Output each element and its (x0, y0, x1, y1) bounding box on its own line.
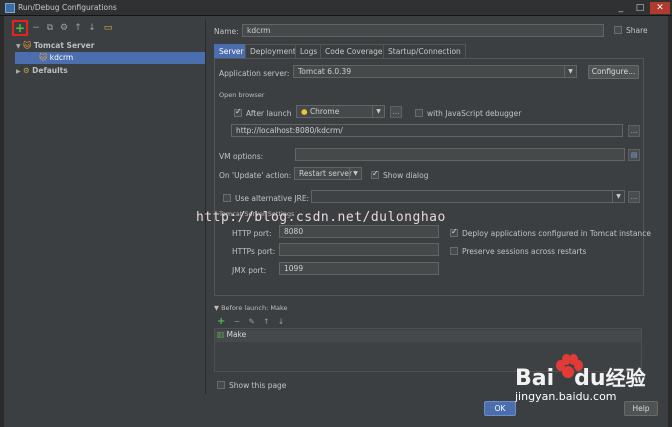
tree-item-defaults[interactable]: ▶ ⚙ Defaults (16, 65, 68, 77)
js-debugger-label: with JavaScript debugger (427, 109, 522, 118)
ok-button[interactable]: OK (484, 401, 516, 416)
chrome-icon: ● (301, 107, 308, 116)
add-task-button[interactable]: + (217, 316, 225, 327)
share-checkbox[interactable] (614, 26, 622, 34)
http-port-label: HTTP port: (232, 229, 272, 238)
chevron-down-icon: ▼ (349, 168, 361, 179)
expand-text-icon[interactable]: ▤ (628, 149, 640, 161)
before-launch-toolbar: + − ✎ ↑ ↓ (217, 316, 284, 327)
blog-watermark: http://blog.csdn.net/dulonghao (196, 210, 446, 225)
tree-item-label: kdcrm (49, 53, 74, 62)
make-icon: ▥ (217, 330, 225, 339)
move-task-up-button[interactable]: ↑ (263, 317, 269, 326)
minimize-button[interactable]: _ (612, 2, 630, 14)
jmx-port-input[interactable]: 1099 (279, 262, 439, 275)
edit-task-button[interactable]: ✎ (248, 317, 254, 326)
remove-task-button[interactable]: − (234, 317, 240, 326)
make-label: Make (226, 330, 247, 339)
configure-button[interactable]: Configure... (588, 65, 639, 79)
baidu-jingyan-logo: Bai du经验 jingyan.baidu.com (515, 352, 646, 404)
show-page-label: Show this page (229, 381, 287, 390)
app-server-value: Tomcat 6.0.39 (298, 67, 352, 76)
https-port-input[interactable] (279, 243, 439, 256)
after-launch-checkbox[interactable] (234, 107, 242, 117)
edit-defaults-button[interactable]: ⚙ (58, 22, 70, 34)
close-button[interactable]: ✕ (650, 2, 670, 14)
title-bar: Run/Debug Configurations _ □ ✕ (0, 0, 672, 16)
vm-options-label: VM options: (219, 152, 264, 161)
tree-item-tomcat-server[interactable]: ▼ 🐱 Tomcat Server (16, 40, 94, 52)
app-server-label: Application server: (219, 69, 290, 78)
vm-options-input[interactable] (295, 148, 625, 161)
baidu-paw-icon (555, 354, 583, 378)
alt-jre-select[interactable]: ▼ (311, 190, 625, 203)
app-icon (5, 3, 15, 13)
tree-item-label: Defaults (32, 66, 68, 75)
before-launch-make-item[interactable]: ▥ Make (215, 330, 641, 342)
tomcat-icon: 🐱 (39, 53, 48, 62)
on-update-select[interactable]: Restart server ▼ (294, 167, 362, 180)
name-input[interactable]: kdcrm (242, 24, 604, 37)
baidu-site-text: jingyan.baidu.com (515, 390, 617, 403)
tab-deployment[interactable]: Deployment (245, 44, 301, 58)
baidu-logo-suffix: 经验 (605, 366, 646, 390)
deploy-apps-label: Deploy applications configured in Tomcat… (462, 229, 651, 238)
share-label: Share (626, 26, 648, 35)
on-update-label: On 'Update' action: (219, 171, 292, 180)
remove-configuration-button[interactable]: − (30, 22, 42, 34)
defaults-icon: ⚙ (23, 66, 30, 75)
alt-jre-more-button[interactable]: ... (628, 191, 640, 203)
expand-arrow-icon[interactable]: ▼ (16, 43, 21, 50)
folder-icon[interactable]: ▭ (102, 22, 114, 34)
open-browser-group-title: Open browser (219, 91, 265, 99)
jmx-port-label: JMX port: (232, 266, 267, 275)
move-up-button[interactable]: ↑ (72, 22, 84, 34)
tomcat-icon: 🐱 (23, 41, 32, 50)
browser-more-button[interactable]: ... (390, 106, 402, 118)
show-page-checkbox[interactable] (217, 381, 225, 389)
maximize-button[interactable]: □ (631, 2, 649, 14)
alt-jre-checkbox[interactable] (223, 194, 231, 202)
window-title: Run/Debug Configurations (18, 3, 117, 12)
copy-configuration-button[interactable]: ⧉ (44, 22, 56, 34)
baidu-logo-text: Bai (515, 366, 555, 391)
name-label: Name: (214, 27, 239, 36)
tab-startup-connection[interactable]: Startup/Connection (383, 44, 466, 58)
js-debugger-checkbox[interactable] (415, 109, 423, 117)
after-launch-label: After launch (246, 109, 292, 118)
url-more-button[interactable]: ... (628, 125, 640, 137)
show-dialog-checkbox[interactable] (371, 169, 379, 179)
preserve-sessions-label: Preserve sessions across restarts (462, 247, 587, 256)
chevron-down-icon: ▼ (612, 191, 624, 202)
https-port-label: HTTPs port: (232, 247, 276, 256)
tree-item-kdcrm[interactable]: 🐱 kdcrm (15, 52, 205, 64)
tree-item-label: Tomcat Server (33, 41, 95, 50)
show-dialog-label: Show dialog (383, 171, 429, 180)
url-input[interactable]: http://localhost:8080/kdcrm/ (231, 124, 623, 137)
chevron-down-icon: ▼ (564, 66, 576, 77)
deploy-apps-checkbox[interactable] (450, 227, 458, 237)
before-launch-label: Before launch: Make (221, 304, 288, 312)
chevron-down-icon: ▼ (372, 106, 384, 117)
preserve-sessions-checkbox[interactable] (450, 247, 458, 255)
on-update-value: Restart server (299, 169, 353, 178)
tab-code-coverage[interactable]: Code Coverage (320, 44, 388, 58)
tab-server[interactable]: Server (214, 44, 249, 58)
collapse-arrow-icon[interactable]: ▶ (16, 68, 21, 75)
move-down-button[interactable]: ↓ (86, 22, 98, 34)
browser-value: Chrome (309, 107, 340, 116)
add-configuration-button[interactable]: + (12, 20, 28, 36)
tab-logs[interactable]: Logs (295, 44, 323, 58)
move-task-down-button[interactable]: ↓ (278, 317, 284, 326)
browser-select[interactable]: ● Chrome ▼ (296, 105, 385, 118)
app-server-select[interactable]: Tomcat 6.0.39 ▼ (293, 65, 577, 78)
alt-jre-label: Use alternative JRE: (235, 194, 310, 203)
before-launch-title[interactable]: ▼ Before launch: Make (214, 304, 288, 312)
http-port-input[interactable]: 8080 (279, 225, 439, 238)
